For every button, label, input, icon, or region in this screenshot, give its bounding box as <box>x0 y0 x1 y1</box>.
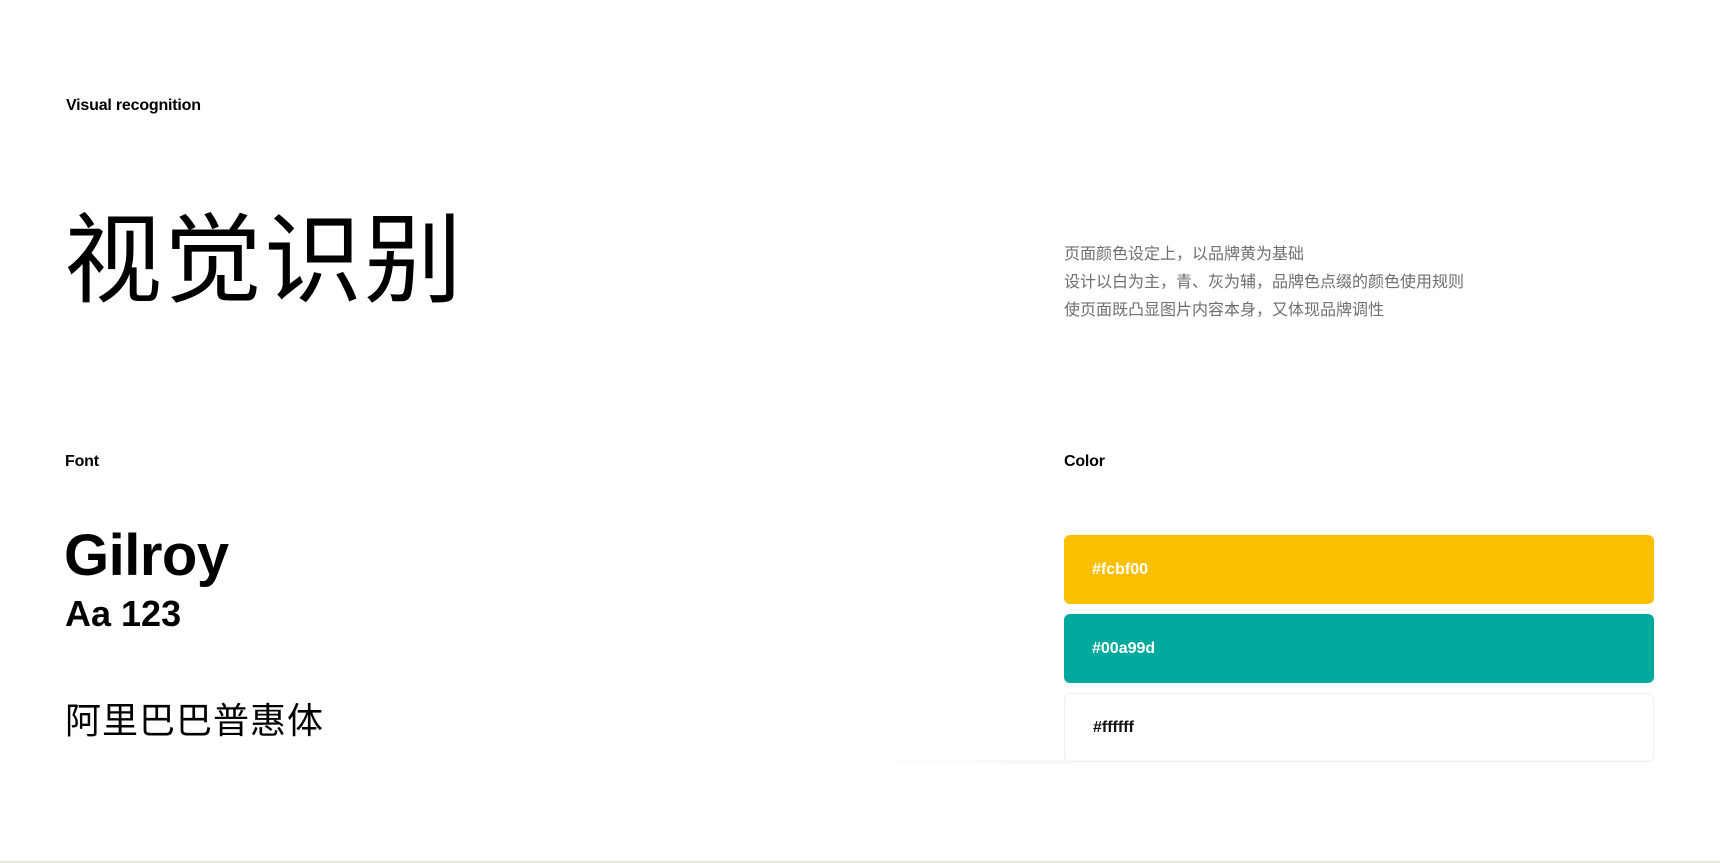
color-section-label: Color <box>1064 453 1105 470</box>
color-swatch-white: #ffffff <box>1064 693 1654 762</box>
color-swatch-label: #00a99d <box>1092 639 1156 657</box>
visual-recognition-label: Visual recognition <box>66 97 201 114</box>
decorative-fade <box>850 760 1070 764</box>
description-block: 页面颜色设定上，以品牌黄为基础 设计以白为主，青、灰为辅，品牌色点缀的颜色使用规… <box>1064 240 1464 324</box>
font-section-label: Font <box>65 453 99 470</box>
font-sample: Aa 123 <box>65 593 182 634</box>
description-line: 页面颜色设定上，以品牌黄为基础 <box>1064 244 1305 263</box>
color-swatch-label: #ffffff <box>1093 718 1134 736</box>
color-swatch-teal: #00a99d <box>1064 614 1654 683</box>
color-swatch-yellow: #fcbf00 <box>1064 535 1654 604</box>
description-line: 使页面既凸显图片内容本身，又体现品牌调性 <box>1064 300 1385 319</box>
visual-identity-page: Visual recognition 视觉识别 页面颜色设定上，以品牌黄为基础 … <box>0 0 1720 863</box>
color-swatch-label: #fcbf00 <box>1092 560 1149 578</box>
page-title: 视觉识别 <box>64 204 465 318</box>
description-line: 设计以白为主，青、灰为辅，品牌色点缀的颜色使用规则 <box>1064 272 1465 291</box>
font-name: Gilroy <box>64 523 229 588</box>
chinese-font-name: 阿里巴巴普惠体 <box>65 701 325 742</box>
